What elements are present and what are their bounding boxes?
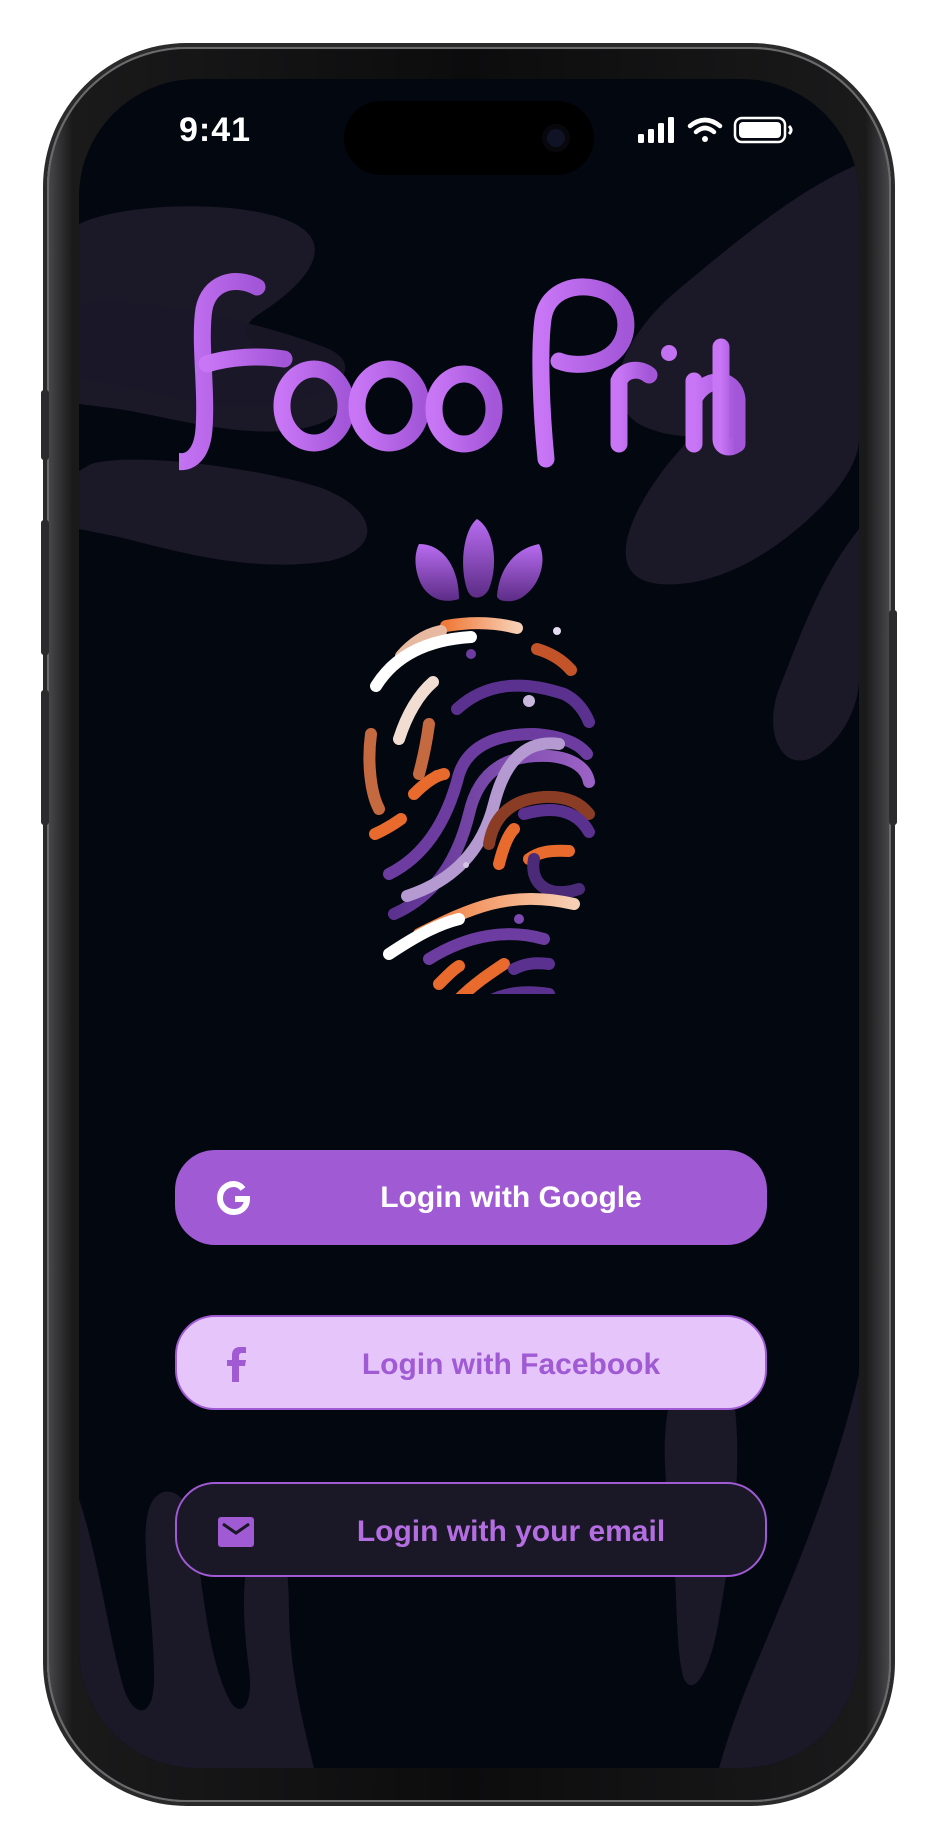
front-camera xyxy=(542,124,570,152)
login-email-label: Login with your email xyxy=(356,1515,666,1548)
login-google-button[interactable]: Login with Google xyxy=(175,1150,767,1245)
power-button xyxy=(889,610,897,825)
google-g-icon xyxy=(216,1180,251,1216)
volume-up-button xyxy=(41,520,49,655)
status-time: 9:41 xyxy=(179,111,252,149)
wifi-icon xyxy=(687,117,723,142)
signal-icon xyxy=(638,117,674,143)
login-facebook-label: Login with Facebook xyxy=(361,1348,661,1381)
login-google-label: Login with Google xyxy=(380,1181,642,1214)
envelope-icon xyxy=(218,1517,254,1547)
facebook-f-icon xyxy=(227,1347,246,1382)
silent-switch xyxy=(41,390,49,460)
strawberry-fingerprint-logo xyxy=(363,519,595,994)
status-icons xyxy=(638,116,793,144)
login-facebook-button[interactable]: Login with Facebook xyxy=(175,1315,767,1410)
volume-down-button xyxy=(41,690,49,825)
dynamic-island xyxy=(344,101,594,175)
app-screen: 9:41 Login with Google Login with Facebo… xyxy=(79,79,859,1768)
battery-icon xyxy=(733,116,793,144)
login-email-button[interactable]: Login with your email xyxy=(175,1482,767,1577)
app-logo-wordmark xyxy=(179,273,754,471)
